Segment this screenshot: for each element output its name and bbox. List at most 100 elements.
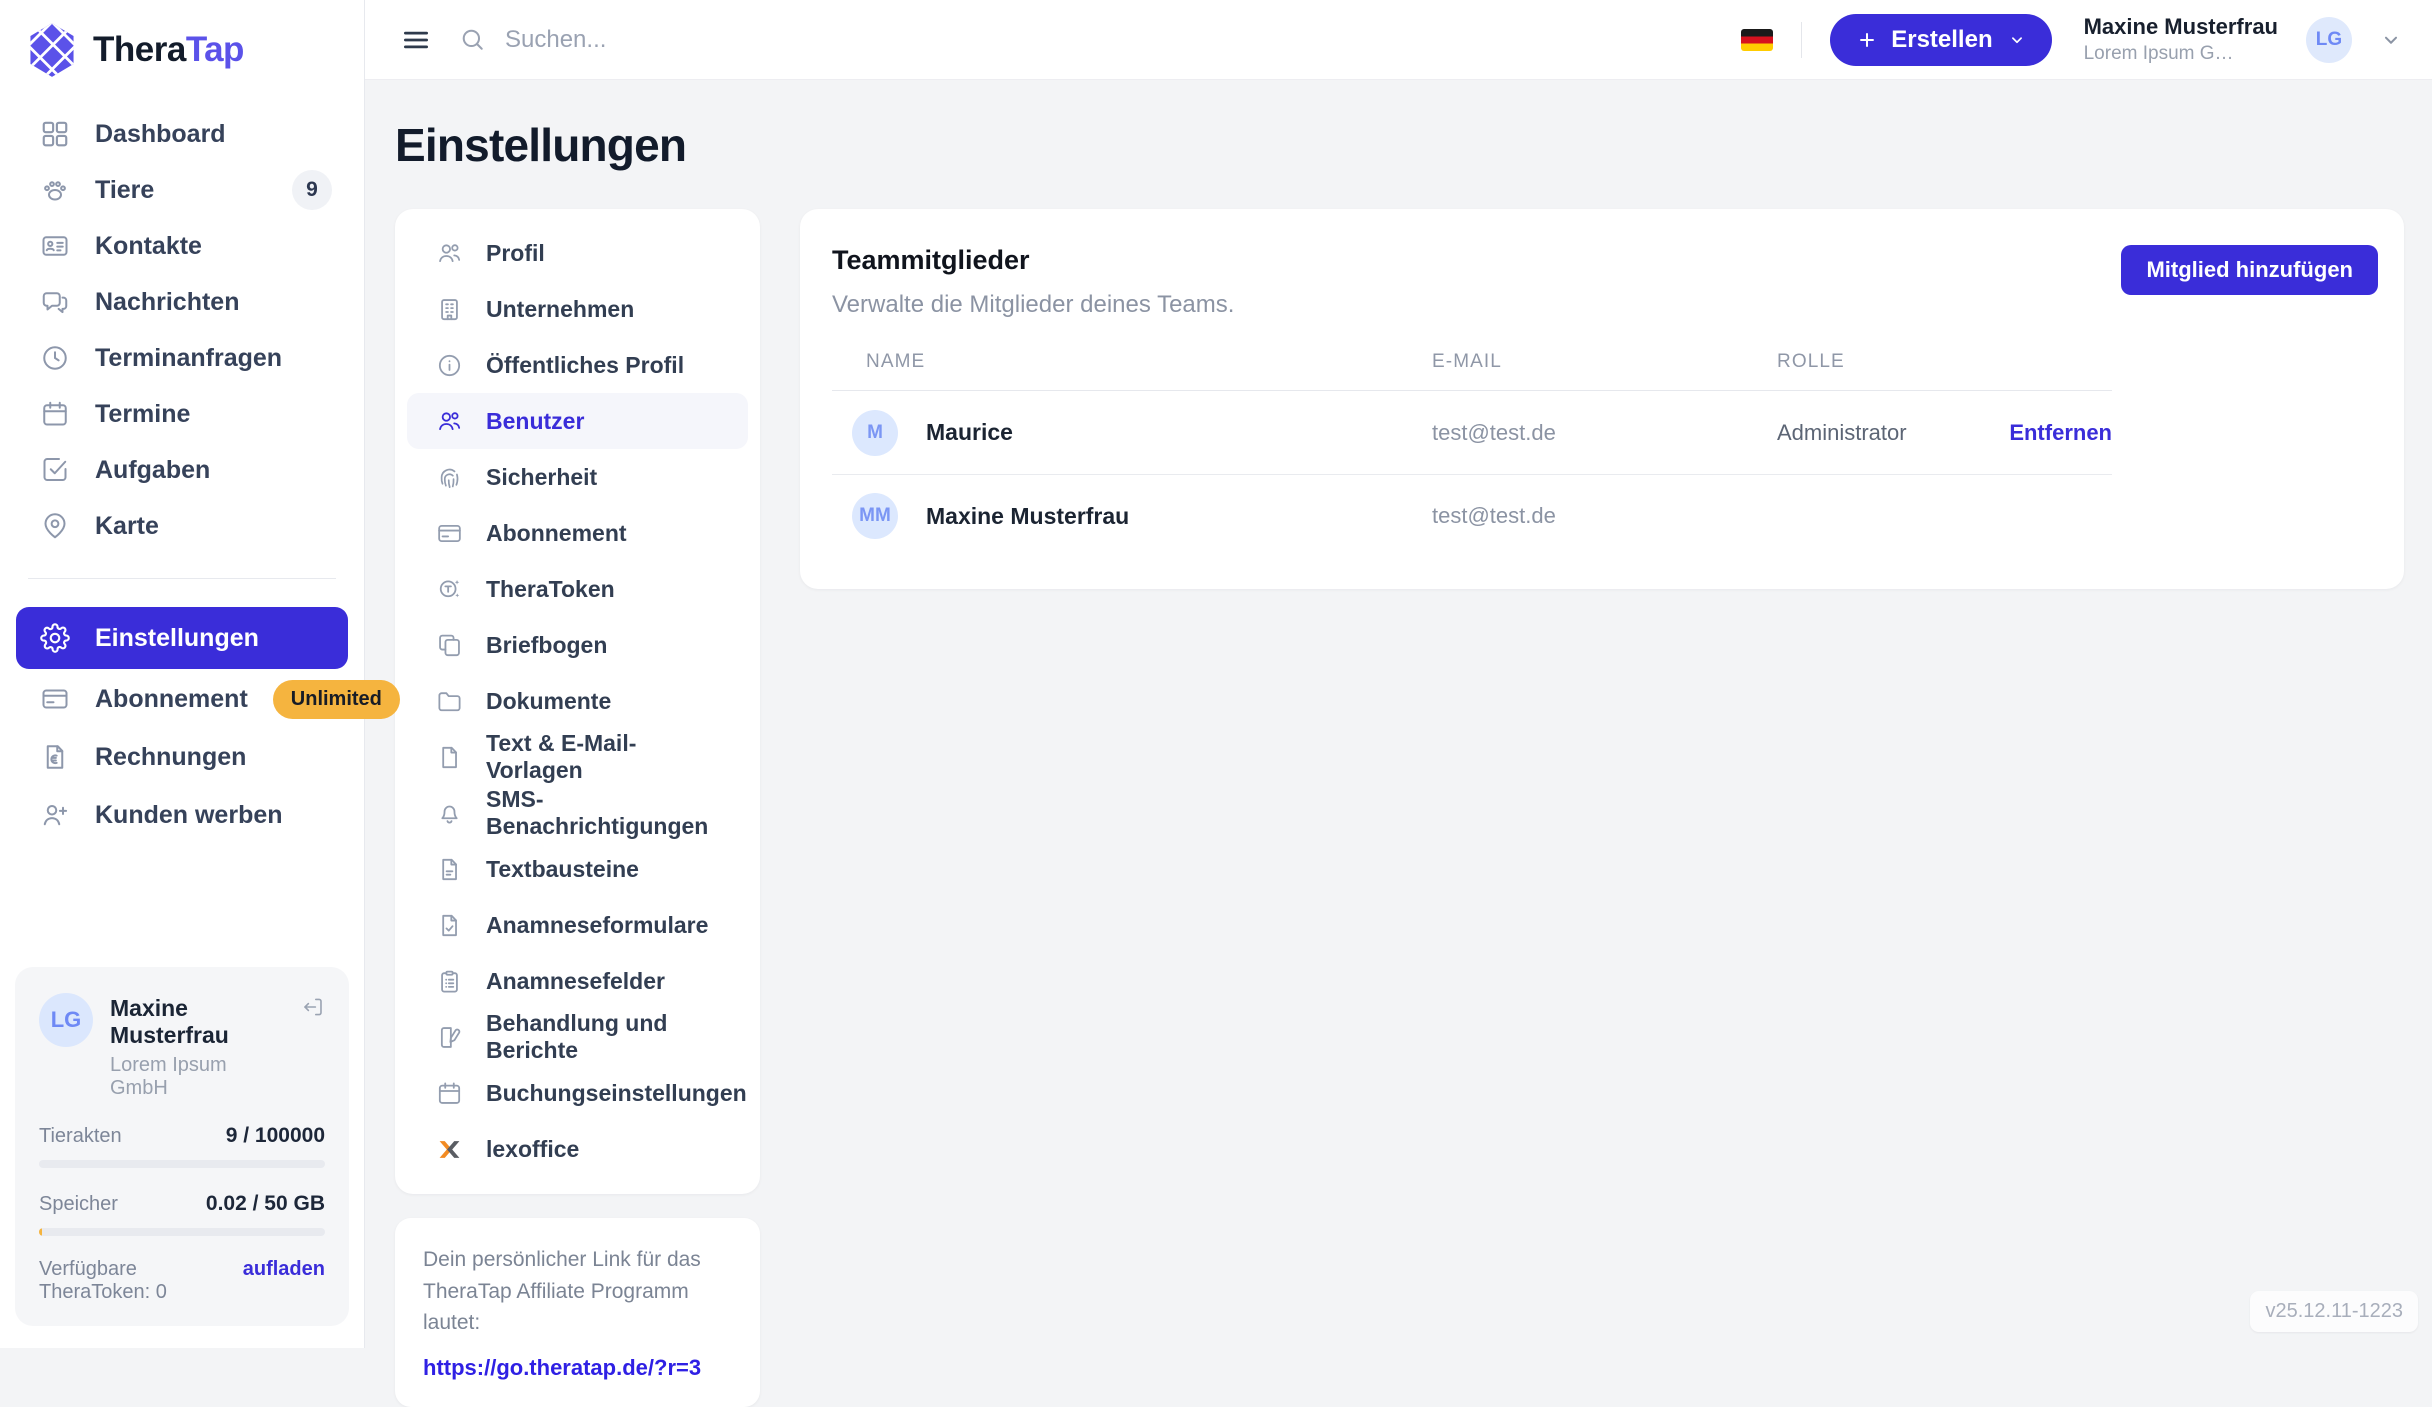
settings-menu-item-sms-benachrichtigungen[interactable]: SMS-Benachrichtigungen (407, 785, 748, 841)
global-search (459, 25, 1713, 55)
chevron-down-icon (2008, 31, 2026, 49)
sidebar-user-card: LG Maxine Musterfrau Lorem Ipsum GmbH Ti… (15, 967, 349, 1326)
create-button[interactable]: Erstellen (1830, 14, 2051, 66)
sidebar-item-label: Karte (95, 512, 159, 541)
sidebar-item-label: Tiere (95, 176, 154, 205)
settings-menu-item-sicherheit[interactable]: Sicherheit (407, 449, 748, 505)
lexoffice-icon (436, 1136, 463, 1163)
search-input[interactable] (503, 25, 1023, 55)
settings-menu-item-theratoken[interactable]: TheraToken (407, 561, 748, 617)
team-members-table: NAME E-MAIL ROLLE M Maurice test@test.de… (832, 351, 2112, 557)
sidebar-item-einstellungen[interactable]: Einstellungen (16, 607, 348, 669)
affiliate-card: Dein persönlicher Link für das TheraTap … (395, 1218, 760, 1407)
recharge-link[interactable]: aufladen (243, 1258, 325, 1304)
affiliate-text: Dein persönlicher Link für das TheraTap … (423, 1244, 732, 1339)
brand-logo[interactable]: TheraTap (0, 0, 364, 94)
remove-member-link[interactable]: Entfernen (2009, 420, 2112, 446)
settings-menu-item-label: Öffentliches Profil (486, 352, 684, 379)
sidebar-item-terminanfragen[interactable]: Terminanfragen (0, 330, 364, 386)
sidebar-item-kunden-werben[interactable]: Kunden werben (0, 787, 364, 843)
settings-menu-item-label: lexoffice (486, 1136, 579, 1163)
sidebar: TheraTap Dashboard Tiere 9 Kontakte Nach… (0, 0, 365, 1348)
settings-menu-item-benutzer[interactable]: Benutzer (407, 393, 748, 449)
settings-menu-item-buchungseinstellungen[interactable]: Buchungseinstellungen (407, 1065, 748, 1121)
logout-icon[interactable] (301, 993, 325, 1021)
settings-menu-item-dokumente[interactable]: Dokumente (407, 673, 748, 729)
settings-menu-item-text-e-mail-vorlagen[interactable]: Text & E-Mail-Vorlagen (407, 729, 748, 785)
sidebar-item-abonnement[interactable]: Abonnement Unlimited (0, 671, 364, 727)
sidebar-item-tiere[interactable]: Tiere 9 (0, 162, 364, 218)
sidebar-item-kontakte[interactable]: Kontakte (0, 218, 364, 274)
language-flag-de-icon[interactable] (1741, 29, 1773, 51)
settings-menu-item-label: Anamnesefelder (486, 968, 665, 995)
building-icon (436, 296, 463, 323)
sidebar-item-aufgaben[interactable]: Aufgaben (0, 442, 364, 498)
userplus-icon (40, 800, 70, 830)
avatar: LG (39, 993, 93, 1047)
settings-menu-item-label: Briefbogen (486, 632, 607, 659)
settings-menu-item-anamnesefelder[interactable]: Anamnesefelder (407, 953, 748, 1009)
progress-bar (39, 1228, 325, 1236)
settings-menu-item-unternehmen[interactable]: Unternehmen (407, 281, 748, 337)
card-icon (436, 520, 463, 547)
stat-label: Tierakten (39, 1125, 122, 1148)
idcard-icon (40, 231, 70, 261)
stat-label: Speicher (39, 1193, 118, 1216)
hamburger-menu-icon[interactable] (401, 25, 431, 55)
copy-icon (436, 632, 463, 659)
settings-menu-item-label: Sicherheit (486, 464, 597, 491)
users-icon (436, 408, 463, 435)
sidebar-item-label: Kontakte (95, 232, 202, 261)
card-icon (40, 684, 70, 714)
brand-name: TheraTap (93, 30, 244, 70)
sidebar-item-label: Termine (95, 400, 190, 429)
token-icon (436, 576, 463, 603)
settings-menu-item-briefbogen[interactable]: Briefbogen (407, 617, 748, 673)
progress-bar-fill (39, 1228, 42, 1236)
sidebar-item-karte[interactable]: Karte (0, 498, 364, 554)
team-members-card: Teammitglieder Verwalte die Mitglieder d… (800, 209, 2404, 589)
sidebar-item-rechnungen[interactable]: Rechnungen (0, 729, 364, 785)
member-email: test@test.de (1432, 420, 1777, 446)
settings-menu-item-label: Profil (486, 240, 545, 267)
settings-menu-item-label: Behandlung und Berichte (486, 1010, 732, 1064)
sidebar-item-termine[interactable]: Termine (0, 386, 364, 442)
page-title: Einstellungen (395, 118, 686, 172)
sidebar-divider (28, 578, 336, 579)
user-card-stats: Tierakten 9 / 100000 Speicher 0.02 / 50 … (39, 1124, 325, 1236)
settings-menu-item-anamneseformulare[interactable]: Anamneseformulare (407, 897, 748, 953)
settings-menu-item-textbausteine[interactable]: Textbausteine (407, 841, 748, 897)
affiliate-link[interactable]: https://go.theratap.de/?r=3 (423, 1355, 701, 1381)
invoice-icon (40, 742, 70, 772)
member-name: Maxine Musterfrau (926, 503, 1129, 530)
settings-menu-item-label: Textbausteine (486, 856, 639, 883)
sidebar-item-nachrichten[interactable]: Nachrichten (0, 274, 364, 330)
topbar-user-info: Maxine Musterfrau Lorem Ipsum G… (2084, 14, 2278, 64)
chevron-down-icon[interactable] (2380, 29, 2402, 51)
user-company: Lorem Ipsum G… (2084, 43, 2234, 65)
add-member-button[interactable]: Mitglied hinzufügen (2121, 245, 2378, 295)
sidebar-item-label: Aufgaben (95, 456, 210, 485)
users-icon (436, 240, 463, 267)
clock-icon (40, 343, 70, 373)
sidebar-item-label: Nachrichten (95, 288, 239, 317)
table-body: M Maurice test@test.de Administrator Ent… (832, 391, 2112, 557)
folder-icon (436, 688, 463, 715)
column-header-role: ROLLE (1777, 351, 2112, 373)
sidebar-item-label: Einstellungen (95, 624, 259, 653)
settings-menu-item-ffentliches-profil[interactable]: Öffentliches Profil (407, 337, 748, 393)
progress-bar (39, 1160, 325, 1168)
settings-menu-item-abonnement[interactable]: Abonnement (407, 505, 748, 561)
tokens-label: Verfügbare TheraToken: 0 (39, 1258, 243, 1304)
chat-icon (40, 287, 70, 317)
stat-value: 0.02 / 50 GB (206, 1192, 325, 1216)
checksquare-icon (40, 455, 70, 485)
sidebar-item-dashboard[interactable]: Dashboard (0, 106, 364, 162)
settings-menu-item-label: Unternehmen (486, 296, 634, 323)
avatar[interactable]: LG (2306, 17, 2352, 63)
settings-menu-item-profil[interactable]: Profil (407, 225, 748, 281)
column-header-name: NAME (832, 351, 1432, 373)
status-badge: Unlimited (273, 680, 400, 719)
settings-menu-item-lexoffice[interactable]: lexoffice (407, 1121, 748, 1177)
settings-menu-item-behandlung-und-berichte[interactable]: Behandlung und Berichte (407, 1009, 748, 1065)
